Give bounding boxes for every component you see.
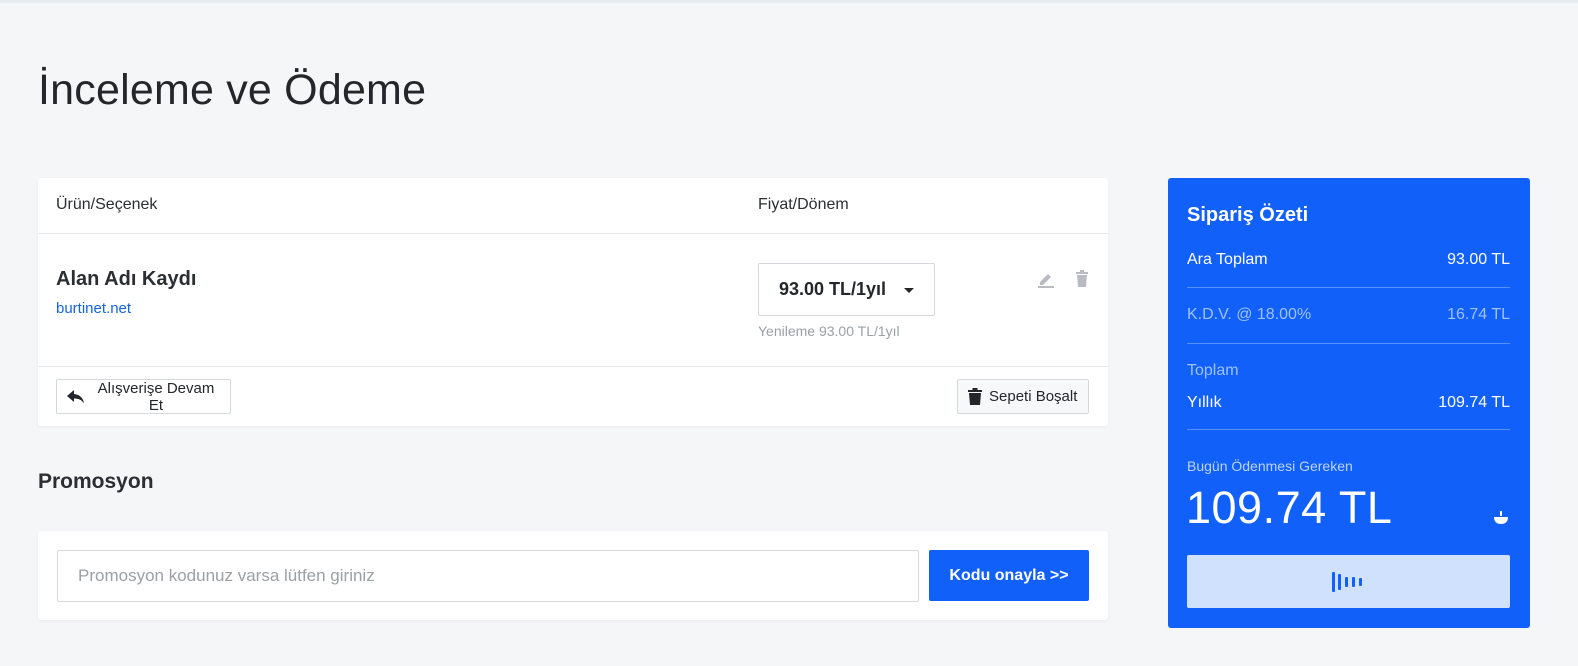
page-title: İnceleme ve Ödeme (38, 66, 427, 114)
subtotal-row: Ara Toplam 93.00 TL (1187, 251, 1510, 269)
cart-item-row: Alan Adı Kaydı burtinet.net 93.00 TL/1yı… (38, 234, 1108, 367)
order-summary: Sipariş Özeti Ara Toplam 93.00 TL K.D.V.… (1168, 178, 1530, 628)
item-name: Alan Adı Kaydı (56, 268, 197, 290)
bowl-icon (1492, 508, 1510, 526)
due-today-label: Bugün Ödenmesi Gereken (1187, 458, 1353, 474)
billing-cycle-select[interactable]: 93.00 TL/1yıl (758, 263, 935, 316)
annual-value: 109.74 TL (1438, 394, 1510, 411)
subtotal-value: 93.00 TL (1447, 251, 1510, 268)
subtotal-label: Ara Toplam (1187, 251, 1268, 268)
tax-value: 16.74 TL (1447, 306, 1510, 323)
promo-title: Promosyon (38, 470, 154, 493)
due-today-amount: 109.74 TL (1186, 482, 1393, 533)
loading-bars-icon (1331, 571, 1362, 592)
empty-cart-label: Sepeti Boşalt (989, 388, 1078, 405)
tax-row: K.D.V. @ 18.00% 16.74 TL (1187, 306, 1510, 324)
trash-icon (968, 388, 982, 405)
promo-card: Kodu onayla >> (38, 531, 1108, 620)
divider (1187, 287, 1510, 288)
cart-header: Ürün/Seçenek Fiyat/Dönem (38, 178, 1108, 234)
edit-icon[interactable] (1036, 269, 1056, 289)
cart-card: Ürün/Seçenek Fiyat/Dönem Alan Adı Kaydı … (38, 178, 1108, 426)
reply-arrow-icon (67, 389, 84, 403)
promo-code-input[interactable] (57, 550, 919, 602)
continue-shopping-label: Alışverişe Devam Et (97, 379, 215, 414)
tax-label: K.D.V. @ 18.00% (1187, 306, 1312, 323)
trash-icon[interactable] (1072, 269, 1092, 289)
continue-shopping-button[interactable]: Alışverişe Devam Et (56, 379, 231, 414)
billing-cycle-value: 93.00 TL/1yıl (779, 279, 887, 299)
chevron-down-icon (904, 288, 914, 293)
top-border (0, 0, 1578, 3)
checkout-button[interactable] (1187, 555, 1510, 608)
total-label: Toplam (1187, 362, 1239, 379)
renewal-text: Yenileme 93.00 TL/1yıl (758, 323, 900, 339)
divider (1187, 343, 1510, 344)
annual-row: Yıllık 109.74 TL (1187, 394, 1510, 412)
column-header-product: Ürün/Seçenek (56, 196, 158, 213)
column-header-price: Fiyat/Dönem (758, 196, 849, 213)
item-domain-link[interactable]: burtinet.net (56, 300, 131, 317)
cart-footer: Alışverişe Devam Et Sepeti Boşalt (38, 367, 1108, 425)
summary-title: Sipariş Özeti (1187, 204, 1309, 226)
empty-cart-button[interactable]: Sepeti Boşalt (957, 379, 1089, 414)
annual-label: Yıllık (1187, 394, 1222, 411)
apply-promo-button[interactable]: Kodu onayla >> (929, 550, 1089, 601)
divider (1187, 429, 1510, 430)
